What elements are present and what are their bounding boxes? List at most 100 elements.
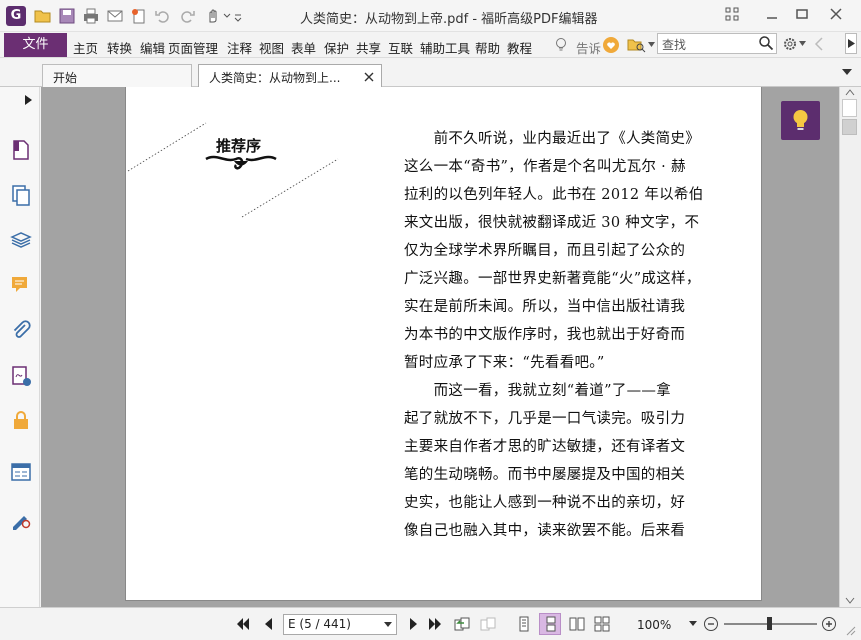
ribbon-scroll-right-button[interactable]	[845, 33, 857, 54]
app-logo-icon[interactable]: G	[6, 6, 26, 26]
menu-share[interactable]: 共享	[356, 38, 381, 57]
tab-list-dropdown-icon[interactable]	[842, 69, 852, 76]
page-text-line: 来文出版，很快就被翻译成近 30 种文字，不	[404, 215, 700, 231]
page-thumbnails-icon[interactable]	[10, 139, 32, 161]
scroll-thumb[interactable]	[842, 119, 857, 135]
continuous-facing-view-icon[interactable]	[594, 616, 610, 632]
expand-panel-icon[interactable]	[25, 95, 33, 105]
menu-view[interactable]: 视图	[259, 38, 284, 57]
menu-help[interactable]: 帮助	[475, 38, 500, 57]
next-page-icon[interactable]	[405, 616, 421, 632]
new-document-icon[interactable]	[130, 8, 148, 24]
page-text-line: 像自己也融入其中，读来欲罢不能。后来看	[404, 523, 686, 539]
preface-title: 推荐序	[216, 137, 262, 155]
close-tab-icon[interactable]	[364, 72, 374, 82]
menu-home[interactable]: 主页	[73, 38, 98, 57]
signature-panel-icon[interactable]	[10, 365, 32, 387]
menu-protect[interactable]: 保护	[324, 38, 349, 57]
settings-gear-icon[interactable]	[782, 36, 798, 52]
email-icon[interactable]	[106, 8, 124, 24]
open-folder-icon[interactable]	[34, 8, 52, 24]
page-text-line: 史实，也能让人感到一种说不出的亲切，好	[404, 495, 686, 511]
zoom-out-icon[interactable]	[703, 616, 719, 632]
previous-view-icon[interactable]	[454, 616, 470, 632]
search-folder-icon[interactable]	[627, 37, 647, 53]
attachments-icon[interactable]	[10, 319, 32, 341]
pdf-page[interactable]: 推荐序 前不久听说，业内最近出了《人类简史》 这么一本“奇书”，作者是个名叫尤瓦…	[125, 87, 762, 601]
previous-page-icon[interactable]	[261, 616, 277, 632]
page-text-line: 仅为全球学术界所瞩目，而且引起了公众的	[404, 243, 686, 259]
page-text-line: 暂时应承了下来：“先看看吧。”	[404, 355, 605, 371]
scroll-page-marker[interactable]	[842, 99, 857, 117]
quick-access-dropdown-icon[interactable]	[222, 8, 232, 24]
page-text-line: 主要来自作者才思的旷达敏捷，还有译者文	[404, 439, 686, 455]
menu-accessibility[interactable]: 辅助工具	[420, 38, 470, 57]
page-text-line: 前不久听说，业内最近出了《人类简史》	[404, 131, 700, 147]
facing-view-icon[interactable]	[569, 616, 585, 632]
last-page-icon[interactable]	[427, 616, 443, 632]
zoom-dropdown-icon[interactable]	[689, 621, 697, 627]
page-text-line: 这么一本“奇书”，作者是个名叫尤瓦尔 · 赫	[404, 159, 686, 175]
page-number-input[interactable]: E (5 / 441)	[283, 614, 397, 635]
page-dropdown-icon[interactable]	[384, 622, 392, 628]
continuous-view-button[interactable]	[539, 613, 561, 635]
save-icon[interactable]	[58, 8, 76, 24]
page-text-line: 实在是前所未闻。所以，当中信出版社请我	[404, 299, 686, 315]
vertical-scrollbar[interactable]	[839, 87, 861, 607]
ribbon-display-icon[interactable]	[724, 6, 740, 22]
navigation-sidebar	[0, 87, 40, 607]
menu-organize[interactable]: 页面管理	[168, 38, 218, 57]
document-canvas[interactable]: 推荐序 前不久听说，业内最近出了《人类简史》 这么一本“奇书”，作者是个名叫尤瓦…	[41, 87, 839, 607]
menu-form[interactable]: 表单	[291, 38, 316, 57]
close-icon[interactable]	[828, 6, 844, 22]
tab-start[interactable]: 开始	[42, 64, 192, 87]
search-scope-dropdown-icon[interactable]	[648, 42, 655, 48]
minimize-icon[interactable]	[764, 6, 780, 22]
tell-me-label[interactable]: 告诉	[576, 38, 601, 57]
window-title: 人类简史：从动物到上帝.pdf - 福昕高级PDF编辑器	[300, 12, 598, 27]
menu-comment[interactable]: 注释	[227, 38, 252, 57]
scroll-up-icon[interactable]	[845, 89, 855, 96]
menu-tutorial[interactable]: 教程	[507, 38, 532, 57]
menu-edit[interactable]: 编辑	[140, 38, 165, 57]
smart-tips-button[interactable]	[781, 101, 820, 140]
page-text-line: 而这一看，我就立刻“着道”了——拿	[404, 383, 672, 399]
print-icon[interactable]	[82, 8, 100, 24]
next-view-icon[interactable]	[480, 616, 496, 632]
tab-document[interactable]: 人类简史：从动物到上...	[198, 64, 382, 88]
menu-convert[interactable]: 转换	[107, 38, 132, 57]
page-number-value: E (5 / 441)	[288, 617, 351, 631]
undo-icon[interactable]	[154, 8, 172, 24]
scroll-down-icon[interactable]	[845, 597, 855, 604]
layers-icon[interactable]	[10, 230, 32, 252]
form-fields-icon[interactable]	[10, 461, 32, 483]
title-bar: G 人类简史：从动物到上帝.pdf - 福昕高级PDF编辑器	[0, 0, 861, 32]
ribbon-scroll-left-icon[interactable]	[814, 36, 824, 52]
customize-toolbar-icon[interactable]	[233, 8, 243, 24]
pages-copy-icon[interactable]	[10, 184, 32, 206]
first-page-icon[interactable]	[235, 616, 251, 632]
page-text-line: 拉利的以色列年轻人。此书在 2012 年以希伯	[404, 187, 704, 203]
comments-icon[interactable]	[10, 274, 32, 296]
resize-grip-icon[interactable]	[846, 626, 856, 636]
settings-dropdown-icon[interactable]	[799, 41, 806, 47]
zoom-in-icon[interactable]	[821, 616, 837, 632]
zoom-slider-thumb[interactable]	[767, 617, 772, 630]
page-text-line: 为本书的中文版作序时，我也就出于好奇而	[404, 327, 686, 343]
single-page-view-icon[interactable]	[516, 616, 532, 632]
hand-tool-icon[interactable]	[204, 8, 222, 24]
continuous-view-icon	[546, 616, 556, 632]
redo-icon[interactable]	[178, 8, 196, 24]
restore-icon[interactable]	[794, 6, 810, 22]
page-text-line: 起了就放不下，几乎是一口气读完。吸引力	[404, 411, 686, 427]
search-icon[interactable]	[758, 35, 774, 51]
lightbulb-icon[interactable]	[553, 37, 569, 53]
file-menu-button[interactable]: 文件	[4, 33, 67, 57]
certify-pen-icon[interactable]	[10, 508, 32, 530]
feedback-heart-icon[interactable]	[602, 36, 620, 54]
security-lock-icon[interactable]	[10, 409, 32, 431]
zoom-level[interactable]: 100%	[637, 618, 671, 632]
document-tab-strip: 开始 人类简史：从动物到上...	[0, 59, 861, 88]
tab-document-label: 人类简史：从动物到上...	[209, 71, 341, 85]
menu-connect[interactable]: 互联	[388, 38, 413, 57]
